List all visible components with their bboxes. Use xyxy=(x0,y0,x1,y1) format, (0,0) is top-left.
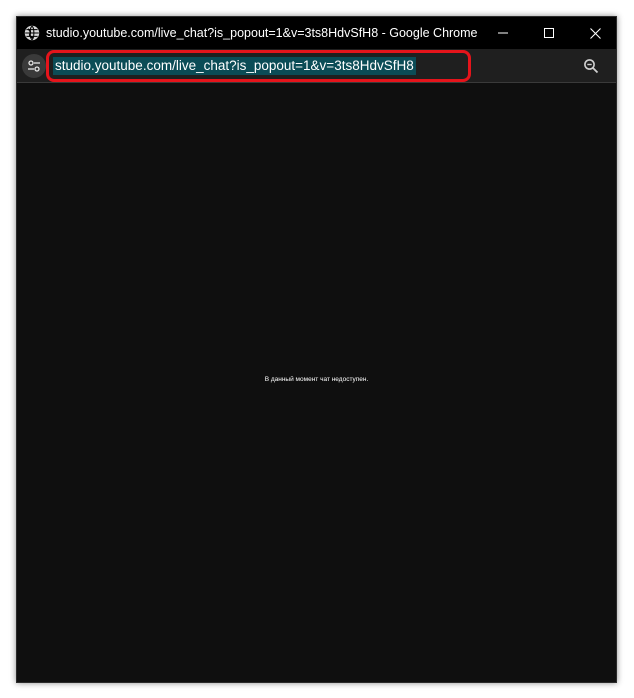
minimize-button[interactable] xyxy=(480,17,526,49)
url-text[interactable]: studio.youtube.com/live_chat?is_popout=1… xyxy=(53,57,416,75)
close-icon xyxy=(589,27,601,39)
zoom-button[interactable] xyxy=(581,56,601,76)
globe-icon xyxy=(24,25,40,41)
site-info-button[interactable] xyxy=(22,54,46,78)
live-chat-content: В данный момент чат недоступен. xyxy=(17,83,616,682)
maximize-button[interactable] xyxy=(526,17,572,49)
tune-icon xyxy=(28,60,40,72)
maximize-icon xyxy=(544,28,554,38)
window-title: studio.youtube.com/live_chat?is_popout=1… xyxy=(46,26,478,40)
title-bar[interactable]: studio.youtube.com/live_chat?is_popout=1… xyxy=(17,17,616,49)
chat-unavailable-message: В данный момент чат недоступен. xyxy=(264,376,369,383)
close-button[interactable] xyxy=(572,17,616,49)
browser-window: studio.youtube.com/live_chat?is_popout=1… xyxy=(16,16,617,683)
zoom-out-icon xyxy=(584,59,599,74)
address-bar: studio.youtube.com/live_chat?is_popout=1… xyxy=(17,49,616,83)
minimize-icon xyxy=(498,32,508,34)
url-field[interactable]: studio.youtube.com/live_chat?is_popout=1… xyxy=(50,53,430,79)
